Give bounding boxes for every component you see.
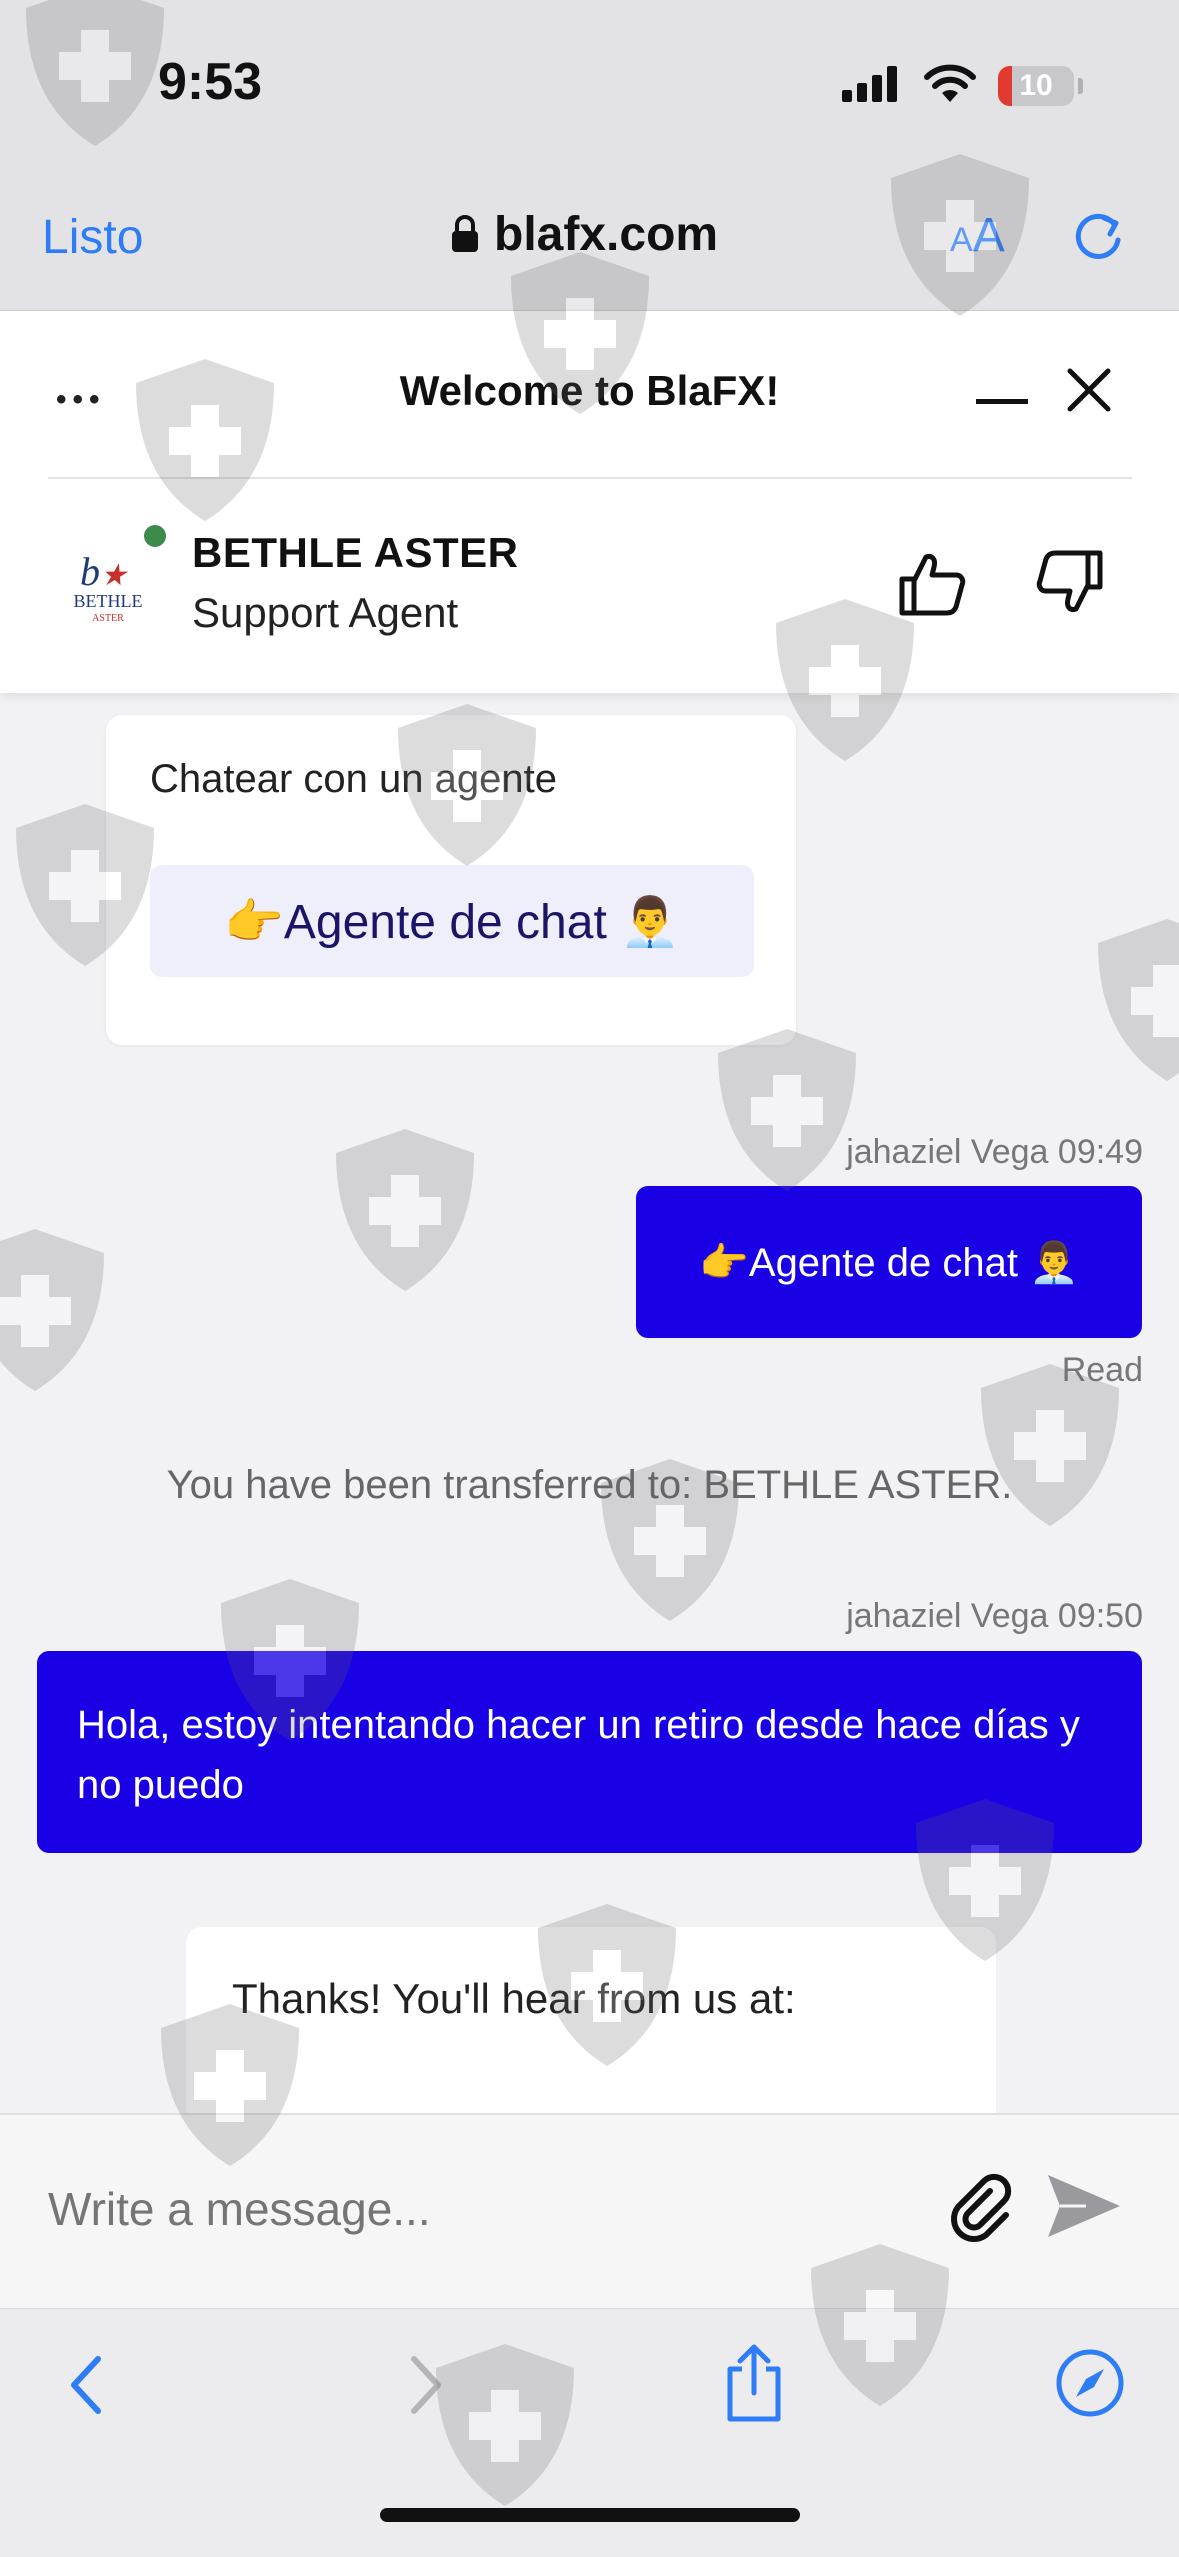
logo-text: BETHLE (74, 591, 143, 611)
chat-title: Welcome to BlaFX! (399, 367, 780, 414)
message-input[interactable] (46, 2181, 910, 2237)
back-icon[interactable] (66, 2353, 106, 2417)
bot-message-card: Thanks! You'll hear from us at: (186, 1927, 996, 2113)
send-icon[interactable] (1046, 2173, 1122, 2239)
attachment-icon[interactable] (946, 2171, 1018, 2243)
close-icon[interactable] (1066, 367, 1112, 413)
bot-message-card: Chatear con un agente 👉Agente de chat 👨‍… (106, 715, 796, 1045)
minimize-button[interactable] (976, 399, 1028, 404)
cellular-signal-icon (842, 66, 897, 102)
message-composer (0, 2113, 1179, 2309)
outgoing-message: Hola, estoy intentando hacer un retiro d… (37, 1651, 1142, 1853)
agent-role: Support Agent (192, 589, 459, 636)
chat-agent-button[interactable]: 👉Agente de chat 👨‍💼 (150, 865, 754, 977)
chat-messages[interactable]: Chatear con un agente 👉Agente de chat 👨‍… (0, 693, 1179, 2113)
compass-icon[interactable] (1054, 2347, 1126, 2419)
forward-icon[interactable] (406, 2353, 446, 2417)
chat-header: ••• Welcome to BlaFX! b ★ BETHLE ASTER B… (0, 311, 1179, 693)
text-size-large-a: A (972, 209, 1005, 262)
text-size-button[interactable]: AA (950, 208, 1005, 263)
reload-icon[interactable] (1070, 206, 1130, 266)
home-indicator (380, 2508, 800, 2522)
message-meta: jahaziel Vega 09:50 (846, 1597, 1143, 1635)
agent-name: BETHLE ASTER (192, 529, 519, 576)
battery-percent: 10 (1019, 69, 1053, 102)
text-size-small-a: A (950, 221, 973, 259)
system-message: You have been transferred to: BETHLE AST… (166, 1463, 1013, 1507)
battery-cap (1078, 78, 1083, 94)
browser-bar: Listo blafx.com AA (0, 160, 1179, 311)
online-status-dot (144, 525, 166, 547)
status-time: 9:53 (158, 53, 263, 111)
bot-message-text: Chatear con un agente (150, 757, 557, 801)
svg-text:b: b (80, 549, 100, 594)
done-button[interactable]: Listo (42, 210, 143, 265)
status-bar: 9:53 10 (0, 0, 1179, 160)
lock-icon (452, 215, 478, 252)
svg-text:★: ★ (100, 559, 129, 592)
wifi-icon (924, 64, 976, 102)
read-receipt: Read (1061, 1351, 1143, 1389)
logo-subtext: ASTER (92, 613, 124, 624)
battery-icon: 10 (998, 66, 1074, 106)
share-icon[interactable] (722, 2343, 786, 2423)
thumbs-down-icon[interactable] (1034, 547, 1106, 619)
address-bar[interactable]: blafx.com (450, 204, 718, 264)
bot-message-text: Thanks! You'll hear from us at: (232, 1975, 796, 2022)
agent-logo: b ★ BETHLE ASTER (74, 549, 143, 624)
outgoing-message: 👉Agente de chat 👨‍💼 (636, 1186, 1142, 1338)
url-text: blafx.com (494, 207, 719, 261)
header-divider (48, 477, 1132, 479)
thumbs-up-icon[interactable] (896, 547, 968, 619)
message-meta: jahaziel Vega 09:49 (846, 1133, 1143, 1171)
